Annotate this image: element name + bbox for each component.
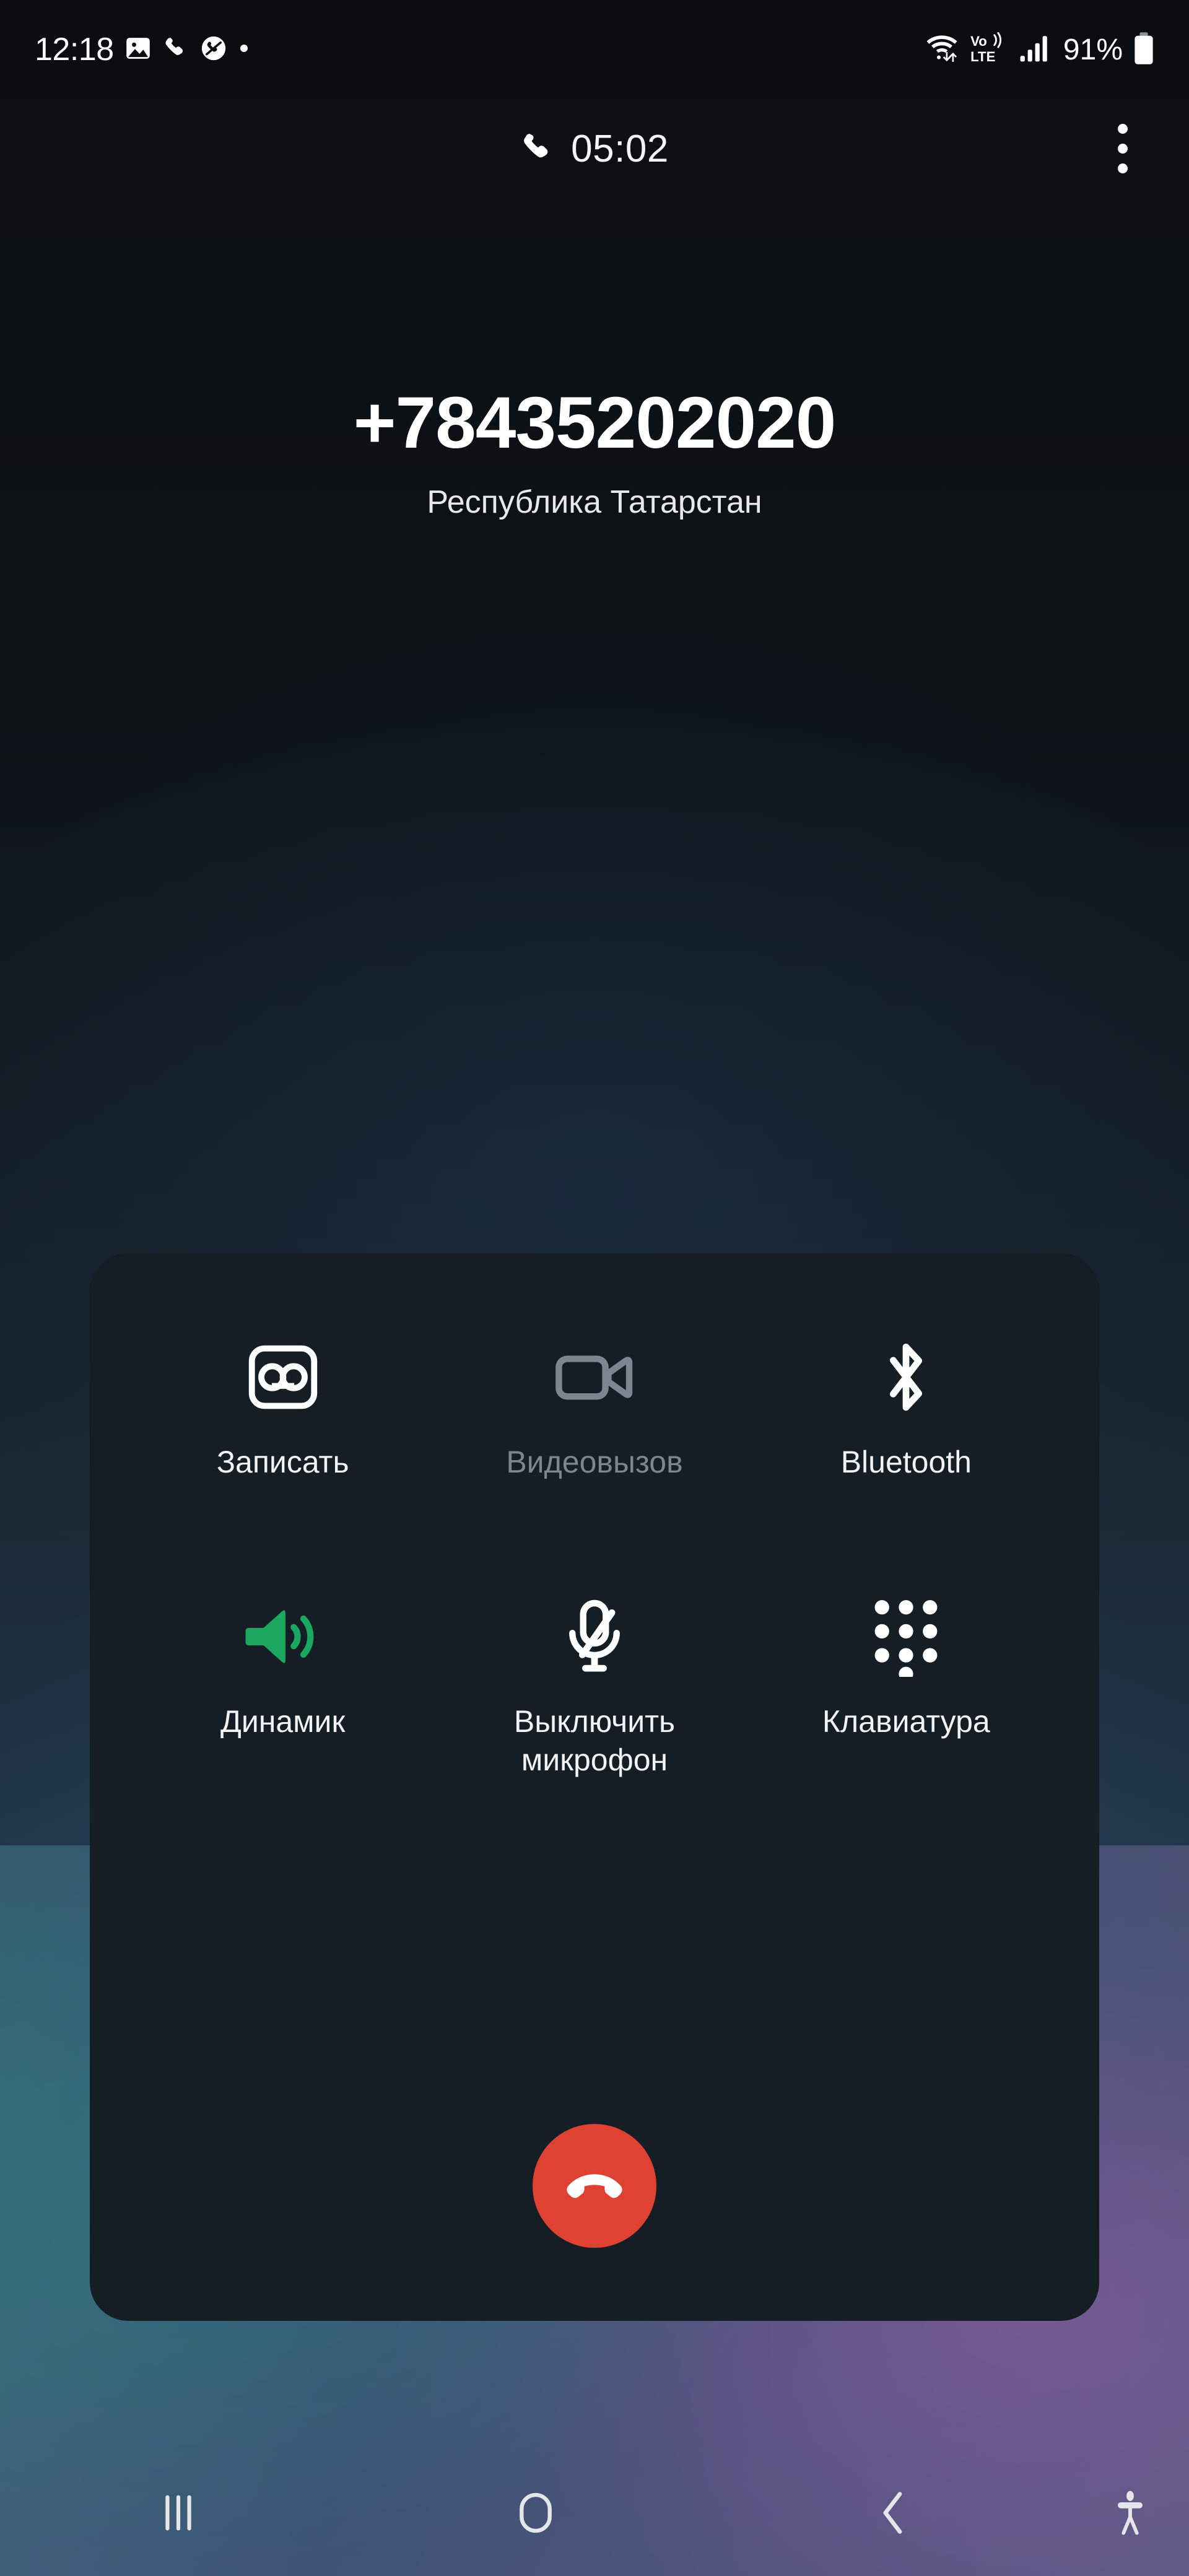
call-duration-label: 05:02: [571, 127, 669, 170]
caller-info: +78435202020 Республика Татарстан: [0, 382, 1189, 521]
status-bar-clock: 12:18: [35, 32, 114, 67]
mute-label: Выключить микрофон: [513, 1704, 676, 1778]
end-call-row: [90, 2124, 1099, 2248]
accessibility-icon: [1113, 2490, 1147, 2539]
accessibility-button[interactable]: [1071, 2452, 1189, 2576]
home-icon: [518, 2491, 554, 2538]
mute-button[interactable]: Выключить микрофон: [438, 1593, 750, 1780]
more-vertical-icon[interactable]: [1095, 115, 1151, 183]
speaker-button[interactable]: Динамик: [127, 1593, 438, 1780]
video-call-label: Видеовызов: [506, 1445, 683, 1479]
speaker-label: Динамик: [220, 1704, 346, 1739]
more-dot: [1118, 144, 1128, 154]
battery-percent-label: 91%: [1063, 33, 1123, 66]
call-controls-grid: Записать Видеовызов Bluetooth Динамик Вы…: [90, 1253, 1099, 1780]
record-label: Записать: [216, 1445, 349, 1479]
recents-icon: [159, 2491, 198, 2538]
bluetooth-icon: [876, 1334, 936, 1421]
dot-icon: [238, 42, 250, 58]
navigation-bar: [0, 2452, 1189, 2576]
missed-call-icon: [199, 34, 228, 66]
battery-icon: [1133, 32, 1154, 68]
call-screen: 12:18 Vo LTE 91% 05:02 +78435202020 Респ…: [0, 0, 1189, 2576]
status-bar-left: 12:18: [35, 33, 250, 66]
call-end-icon: [560, 2150, 629, 2222]
speaker-icon: [244, 1593, 322, 1680]
image-icon: [124, 34, 152, 66]
bluetooth-label: Bluetooth: [840, 1445, 972, 1479]
keypad-button[interactable]: Клавиатура: [751, 1593, 1062, 1780]
volte-icon: Vo LTE: [969, 32, 1010, 67]
call-controls-panel: Записать Видеовызов Bluetooth Динамик Вы…: [90, 1253, 1099, 2321]
phone-icon: [162, 35, 189, 65]
mic-off-icon: [561, 1593, 628, 1680]
recents-button[interactable]: [0, 2452, 357, 2576]
more-dot: [1118, 163, 1128, 173]
back-button[interactable]: [714, 2452, 1071, 2576]
phone-icon: [520, 130, 555, 168]
more-dot: [1118, 124, 1128, 134]
dialpad-icon: [871, 1593, 941, 1680]
status-bar-right: Vo LTE 91%: [924, 32, 1154, 68]
status-bar: 12:18 Vo LTE 91%: [0, 0, 1189, 99]
voicemail-icon: [246, 1334, 320, 1421]
caller-number: +78435202020: [353, 382, 837, 464]
back-chevron-icon: [878, 2491, 908, 2538]
record-button[interactable]: Записать: [127, 1334, 438, 1482]
bluetooth-button[interactable]: Bluetooth: [751, 1334, 1062, 1482]
video-call-button[interactable]: Видеовызов: [438, 1334, 750, 1482]
signal-icon: [1019, 34, 1052, 66]
svg-text:LTE: LTE: [970, 49, 995, 64]
keypad-label: Клавиатура: [822, 1704, 990, 1739]
svg-text:Vo: Vo: [970, 33, 987, 49]
wifi-icon: [924, 33, 960, 67]
end-call-button[interactable]: [533, 2124, 656, 2248]
video-camera-icon: [555, 1334, 634, 1421]
call-header: 05:02: [0, 99, 1189, 198]
caller-location: Республика Татарстан: [427, 484, 762, 521]
call-timer: 05:02: [520, 127, 669, 171]
home-button[interactable]: [357, 2452, 715, 2576]
